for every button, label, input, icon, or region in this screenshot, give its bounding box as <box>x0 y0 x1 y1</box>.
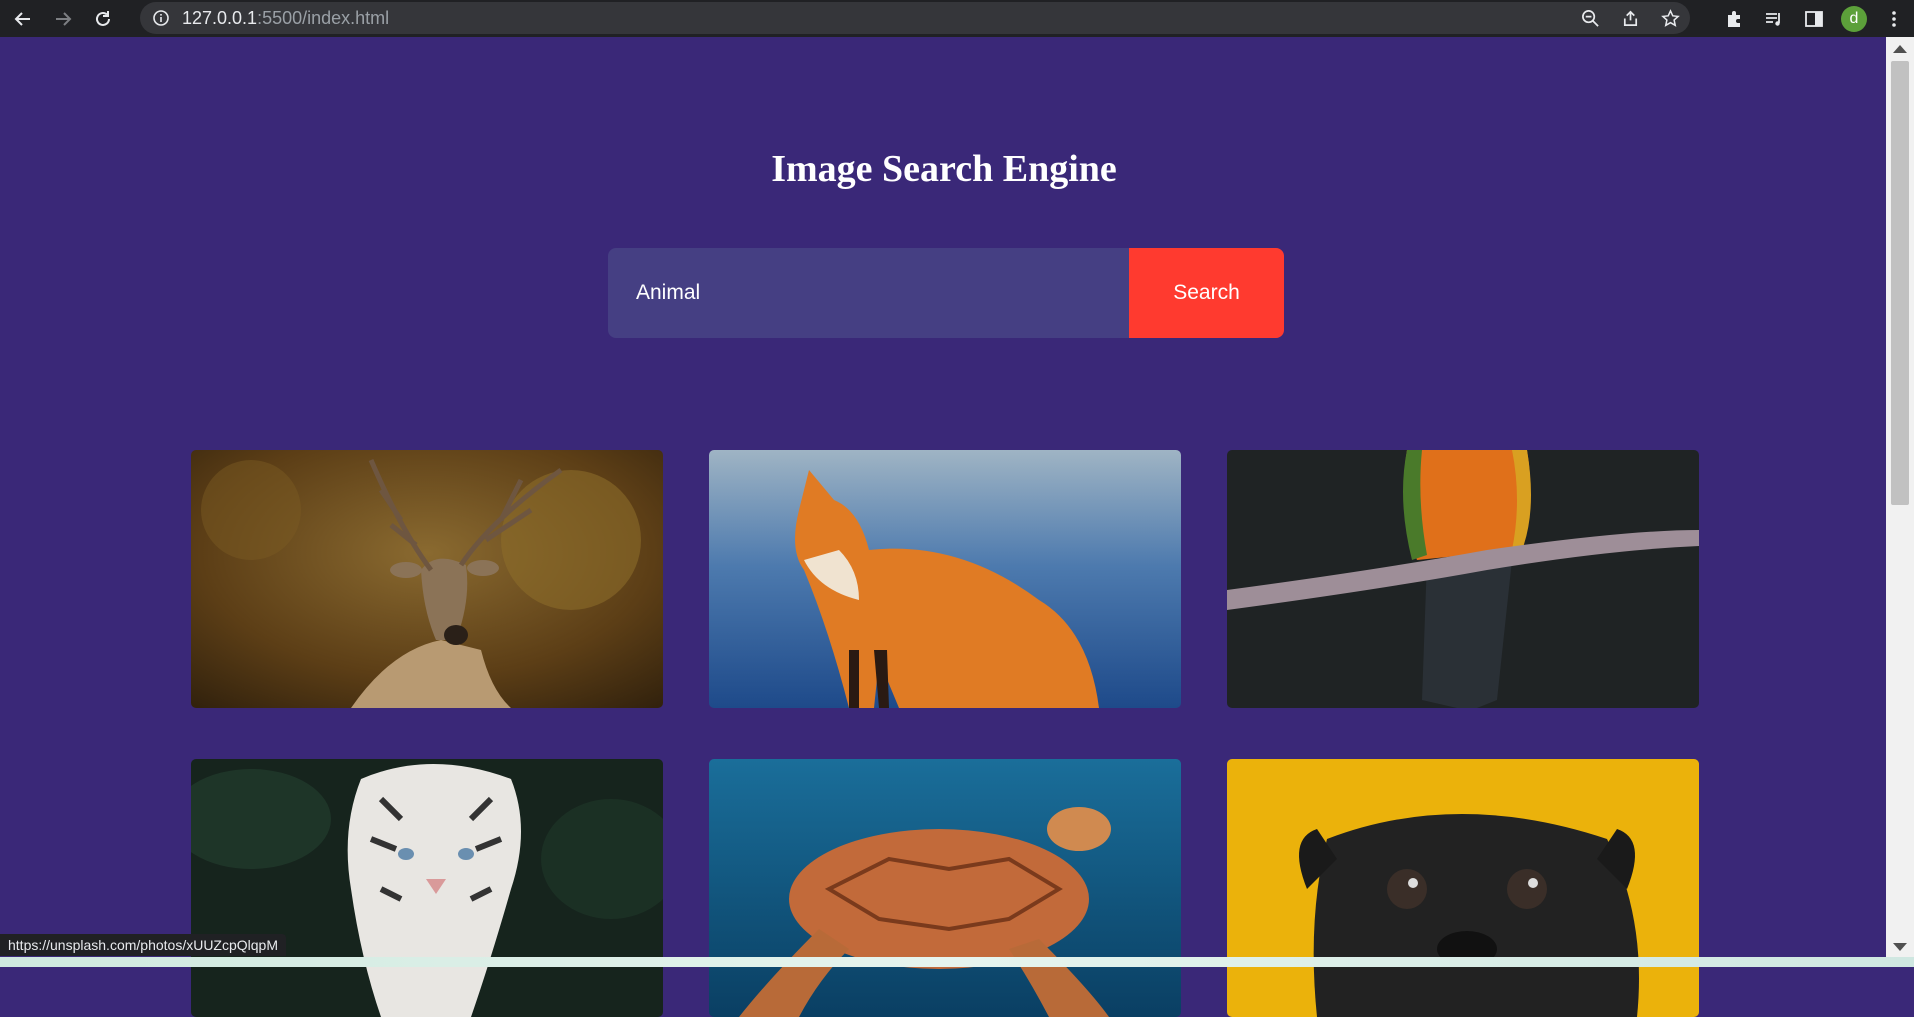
scroll-down-icon[interactable] <box>1893 943 1907 951</box>
parrot-image <box>1227 450 1699 708</box>
result-image-parrot[interactable] <box>1227 450 1699 708</box>
extensions-button[interactable] <box>1714 0 1754 37</box>
menu-button[interactable] <box>1874 0 1914 37</box>
share-icon <box>1623 10 1637 26</box>
page-content: Image Search Engine Search <box>2 37 1886 1017</box>
media-button[interactable] <box>1754 0 1794 37</box>
share-button[interactable] <box>1610 2 1650 34</box>
link-status-bubble: https://unsplash.com/photos/xUUZcpQlqpM <box>0 934 287 956</box>
playlist-icon <box>1766 12 1780 26</box>
profile-button[interactable]: d <box>1834 0 1874 37</box>
forward-button[interactable] <box>46 4 80 34</box>
bookmark-button[interactable] <box>1650 2 1690 34</box>
browser-toolbar: 127.0.0.1:5500/index.html d <box>0 0 1914 37</box>
fox-image <box>709 450 1181 708</box>
reload-button[interactable] <box>86 4 120 34</box>
tiger-image <box>191 759 663 1017</box>
search-form: Search <box>608 248 1284 338</box>
info-icon[interactable] <box>152 9 170 27</box>
result-image-pug[interactable] <box>1227 759 1699 1017</box>
result-image-white-tiger[interactable] <box>191 759 663 1017</box>
turtle-image <box>709 759 1181 1017</box>
scrollbar-thumb[interactable] <box>1891 61 1909 505</box>
result-image-deer[interactable] <box>191 450 663 708</box>
side-panel-icon <box>1805 10 1823 27</box>
url-text[interactable]: 127.0.0.1:5500/index.html <box>182 8 389 29</box>
address-bar[interactable]: 127.0.0.1:5500/index.html <box>140 2 1690 34</box>
zoom-out-icon <box>1581 9 1599 27</box>
page-scrollbar[interactable] <box>1886 37 1914 957</box>
puzzle-icon <box>1728 10 1740 27</box>
url-host: 127.0.0.1 <box>182 7 258 28</box>
search-button[interactable]: Search <box>1129 248 1284 338</box>
page-title: Image Search Engine <box>771 148 1117 190</box>
deer-image <box>191 450 663 708</box>
more-vert-icon <box>1892 10 1896 27</box>
avatar: d <box>1841 5 1867 32</box>
pug-image <box>1227 759 1699 1017</box>
side-panel-button[interactable] <box>1794 0 1834 37</box>
result-image-fox[interactable] <box>709 450 1181 708</box>
search-input[interactable] <box>608 248 1129 338</box>
scroll-up-icon[interactable] <box>1893 45 1907 53</box>
url-path: :5500/index.html <box>257 7 390 28</box>
reload-icon <box>96 10 110 26</box>
arrow-left-icon <box>14 11 30 26</box>
star-icon <box>1660 8 1680 27</box>
desktop-strip <box>0 957 1914 967</box>
arrow-right-icon <box>56 11 72 26</box>
result-image-sea-turtle[interactable] <box>709 759 1181 1017</box>
back-button[interactable] <box>6 4 40 34</box>
zoom-button[interactable] <box>1570 2 1610 34</box>
